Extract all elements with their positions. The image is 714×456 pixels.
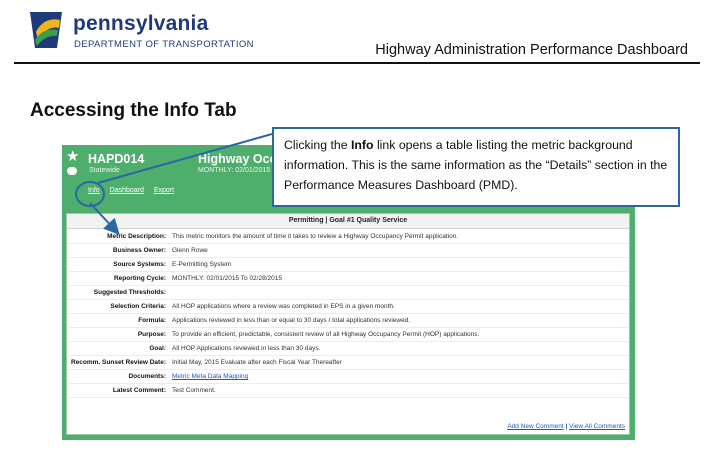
callout-pointer-line <box>97 133 273 184</box>
table-arrow <box>89 202 120 235</box>
callout-box: Clicking the Info link opens a table lis… <box>272 127 680 207</box>
callout-text-bold: Info <box>350 138 374 152</box>
callout-text-1: Clicking the <box>284 138 351 152</box>
callout-arrows <box>89 133 273 235</box>
